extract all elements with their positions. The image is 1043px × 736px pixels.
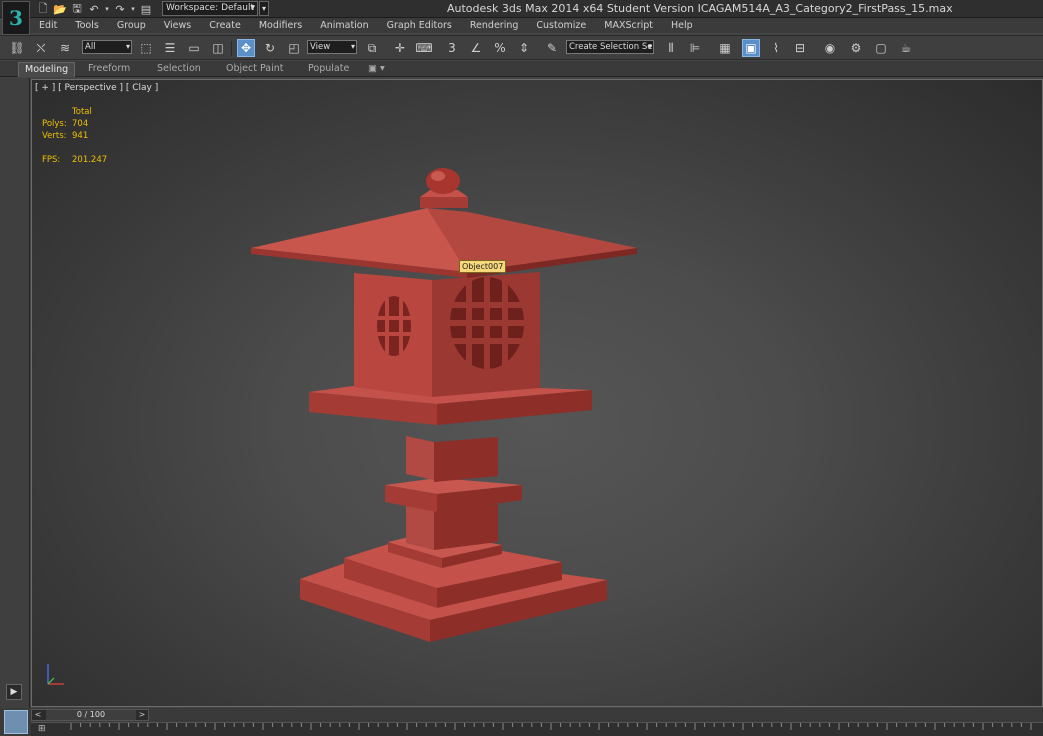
save-file-icon[interactable]: 🖫 <box>70 2 84 16</box>
toolbar-separator <box>231 41 232 56</box>
align-icon[interactable]: ⊫ <box>686 39 704 57</box>
keyboard-shortcut-toggle-icon[interactable]: ⌨ <box>415 39 433 57</box>
menu-maxscript[interactable]: MAXScript <box>595 18 662 33</box>
menu-customize[interactable]: Customize <box>527 18 595 33</box>
selection-filter-dropdown[interactable]: All <box>82 40 132 54</box>
workspace-dropdown[interactable]: Workspace: Default <box>162 1 258 16</box>
lantern-window-left <box>377 296 411 356</box>
menu-create[interactable]: Create <box>200 18 250 33</box>
tab-selection[interactable]: Selection <box>151 62 207 76</box>
select-by-name-icon[interactable]: ☰ <box>161 39 179 57</box>
undo-icon[interactable]: ↶ <box>87 2 101 16</box>
undo-dropdown-icon[interactable]: ▾ <box>104 2 110 16</box>
app-logo-button[interactable]: 3 <box>2 1 30 35</box>
named-selection-dropdown[interactable]: Create Selection Se <box>566 40 654 54</box>
menu-modifiers[interactable]: Modifiers <box>250 18 311 33</box>
tab-freeform[interactable]: Freeform <box>82 62 136 76</box>
percent-snap-icon[interactable]: % <box>491 39 509 57</box>
select-and-link-icon[interactable]: ⛓ <box>8 39 26 57</box>
rotate-icon[interactable]: ↻ <box>261 39 279 57</box>
new-file-icon[interactable]: 🗋 <box>36 2 50 16</box>
track-bar-filter-icon[interactable]: ⊞ <box>38 724 46 734</box>
time-slider-right-arrow[interactable]: > <box>136 710 148 720</box>
spinner-snap-icon[interactable]: ⇕ <box>515 39 533 57</box>
mirror-icon[interactable]: ⫴ <box>662 39 680 57</box>
workspace-menu-arrow[interactable]: ▾ <box>259 1 269 16</box>
lantern-roof-cap <box>420 197 468 208</box>
curve-editor-icon[interactable]: ⌇ <box>767 39 785 57</box>
window-title: Autodesk 3ds Max 2014 x64 Student Versio… <box>447 2 953 15</box>
snaps-toggle-icon[interactable]: 3 <box>443 39 461 57</box>
menu-edit[interactable]: Edit <box>30 18 66 33</box>
tab-object-paint[interactable]: Object Paint <box>220 62 289 76</box>
lantern-upper-pillar-left <box>406 436 434 480</box>
timeline-ticks <box>70 723 1032 730</box>
render-setup-icon[interactable]: ⚙ <box>847 39 865 57</box>
window-crossing-icon[interactable]: ◫ <box>209 39 227 57</box>
menu-views[interactable]: Views <box>155 18 201 33</box>
select-object-icon[interactable]: ⬚ <box>137 39 155 57</box>
timeline-track[interactable] <box>31 722 1043 736</box>
rectangular-selection-icon[interactable]: ▭ <box>185 39 203 57</box>
ribbon-tabs: Modeling Freeform Selection Object Paint… <box>0 61 1043 77</box>
bind-space-warp-icon[interactable]: ≋ <box>56 39 74 57</box>
object-name-tooltip: Object007 <box>459 260 507 273</box>
angle-snap-icon[interactable]: ∠ <box>467 39 485 57</box>
tab-modeling[interactable]: Modeling <box>18 62 76 77</box>
title-bar: 🗋 📂 🖫 ↶ ▾ ↷ ▾ ▤ Workspace: Default ▾ Aut… <box>0 0 1043 18</box>
viewport-layout-icon[interactable] <box>4 710 28 734</box>
time-slider-frame[interactable]: 0 / 100 <box>46 710 136 720</box>
menu-rendering[interactable]: Rendering <box>461 18 528 33</box>
schematic-view-icon[interactable]: ⊟ <box>791 39 809 57</box>
move-icon[interactable]: ✥ <box>237 39 255 57</box>
layer-manager-icon[interactable]: ▦ <box>716 39 734 57</box>
menu-tools[interactable]: Tools <box>66 18 107 33</box>
unlink-icon[interactable]: ⛌ <box>32 39 50 57</box>
select-manipulate-icon[interactable]: ✛ <box>391 39 409 57</box>
timeline-bar: < 0 / 100 > ⊞ <box>0 708 1043 736</box>
menu-group[interactable]: Group <box>108 18 155 33</box>
graphite-ribbon-toggle-icon[interactable]: ▣ <box>742 39 760 57</box>
left-panel-strip: ▶ <box>0 78 30 708</box>
pivot-center-icon[interactable]: ⧉ <box>363 39 381 57</box>
play-icon[interactable]: ▶ <box>6 684 22 700</box>
lantern-finial <box>426 168 460 194</box>
axis-tripod-icon <box>47 664 64 685</box>
menu-graph-editors[interactable]: Graph Editors <box>378 18 461 33</box>
redo-icon[interactable]: ↷ <box>113 2 127 16</box>
lantern-lower-pillar-left <box>406 505 434 550</box>
redo-dropdown-icon[interactable]: ▾ <box>130 2 136 16</box>
stone-lantern-model[interactable] <box>32 80 1042 706</box>
edit-named-selection-icon[interactable]: ✎ <box>543 39 561 57</box>
main-toolbar: ⛓ ⛌ ≋ All ⬚ ☰ ▭ ◫ ✥ ↻ ◰ View ⧉ ✛ ⌨ 3 ∠ %… <box>0 35 1043 60</box>
lantern-upper-pillar-right <box>434 437 498 482</box>
render-production-icon[interactable]: ☕ <box>897 39 915 57</box>
time-slider[interactable]: < 0 / 100 > <box>31 709 149 721</box>
material-editor-icon[interactable]: ◉ <box>821 39 839 57</box>
3ds-max-logo-icon: 3 <box>9 6 23 30</box>
scale-icon[interactable]: ◰ <box>285 39 303 57</box>
menu-animation[interactable]: Animation <box>311 18 377 33</box>
tab-populate[interactable]: Populate <box>302 62 355 76</box>
perspective-viewport[interactable]: [ + ] [ Perspective ] [ Clay ] Total Pol… <box>31 79 1043 707</box>
quick-access-toolbar: 🗋 📂 🖫 ↶ ▾ ↷ ▾ ▤ <box>36 1 153 17</box>
menu-help[interactable]: Help <box>662 18 702 33</box>
time-slider-left-arrow[interactable]: < <box>32 710 44 720</box>
project-folder-icon[interactable]: ▤ <box>139 2 153 16</box>
reference-coordinate-dropdown[interactable]: View <box>307 40 357 54</box>
menu-bar: Edit Tools Group Views Create Modifiers … <box>30 18 1043 33</box>
ribbon-options-icon[interactable]: ▣ ▾ <box>362 62 391 76</box>
open-file-icon[interactable]: 📂 <box>53 2 67 16</box>
rendered-frame-window-icon[interactable]: ▢ <box>872 39 890 57</box>
lantern-finial-highlight <box>431 171 445 181</box>
